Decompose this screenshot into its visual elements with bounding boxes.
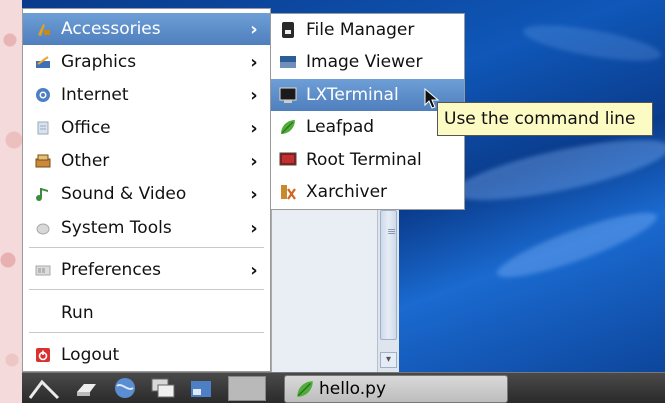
tooltip-text: Use the command line — [444, 109, 636, 129]
window-switcher-icon[interactable] — [148, 376, 178, 400]
submenu-item-image-viewer[interactable]: Image Viewer — [271, 46, 464, 78]
menu-item-office[interactable]: Office › — [23, 112, 270, 144]
accessories-icon — [35, 21, 51, 37]
menu-item-label: Internet — [61, 85, 129, 105]
start-menu-icon[interactable] — [28, 376, 62, 400]
menu-item-internet[interactable]: Internet › — [23, 79, 270, 111]
internet-globe-icon — [35, 87, 51, 103]
scrollbar-thumb[interactable]: ≡ — [380, 210, 397, 340]
submenu-item-root-terminal[interactable]: Root Terminal — [271, 144, 464, 176]
scroll-down-arrow-icon[interactable]: ▾ — [380, 352, 397, 368]
file-manager-icon — [279, 21, 297, 39]
menu-item-preferences[interactable]: Preferences › — [23, 254, 270, 286]
submenu-item-label: Image Viewer — [306, 52, 423, 72]
menu-item-label: Accessories — [61, 19, 161, 39]
run-icon-placeholder — [35, 305, 51, 321]
grip-icon: ≡ — [387, 225, 397, 238]
logout-icon — [35, 347, 51, 363]
system-tools-icon — [35, 220, 51, 236]
taskbar: hello.py — [22, 372, 665, 403]
wallpaper-streak — [520, 18, 664, 68]
tooltip: Use the command line — [437, 102, 653, 136]
menu-separator — [29, 289, 264, 290]
web-browser-globe-icon[interactable] — [110, 376, 140, 400]
mouse-pointer-icon — [424, 87, 440, 110]
chevron-right-icon: › — [250, 183, 258, 205]
application-menu: Accessories › Graphics › Internet › Offi… — [22, 8, 271, 372]
wallpaper-streak — [491, 201, 663, 289]
office-icon — [35, 120, 51, 136]
desktop-pager-slot[interactable] — [228, 376, 266, 401]
submenu-item-label: Leafpad — [306, 117, 375, 137]
left-background-strip — [0, 0, 22, 403]
menu-item-other[interactable]: Other › — [23, 145, 270, 177]
menu-separator — [29, 332, 264, 333]
menu-item-label: Logout — [61, 345, 120, 365]
menu-item-label: Run — [61, 303, 94, 323]
chevron-right-icon: › — [250, 259, 258, 281]
menu-item-label: Sound & Video — [61, 184, 187, 204]
menu-item-label: Preferences — [61, 260, 161, 280]
sound-video-icon — [35, 186, 51, 202]
menu-item-label: Office — [61, 118, 111, 138]
chevron-right-icon: › — [250, 217, 258, 239]
root-terminal-icon — [279, 151, 297, 169]
chevron-right-icon: › — [250, 150, 258, 172]
submenu-item-file-manager[interactable]: File Manager — [271, 14, 464, 46]
chevron-right-icon: › — [250, 117, 258, 139]
submenu-item-label: Root Terminal — [306, 150, 422, 170]
menu-item-sound-video[interactable]: Sound & Video › — [23, 178, 270, 210]
wallpaper-streak — [450, 127, 665, 213]
menu-item-accessories[interactable]: Accessories › — [23, 13, 270, 45]
file-manager-launcher-icon[interactable] — [72, 376, 100, 400]
submenu-item-label: LXTerminal — [306, 85, 399, 105]
image-viewer-icon — [279, 53, 297, 71]
chevron-right-icon: › — [250, 18, 258, 40]
graphics-icon — [35, 54, 51, 70]
other-icon — [35, 153, 51, 169]
leafpad-icon — [295, 379, 315, 399]
taskbar-button-hello-py[interactable]: hello.py — [284, 375, 508, 403]
menu-item-system-tools[interactable]: System Tools › — [23, 212, 270, 244]
chevron-right-icon: › — [250, 51, 258, 73]
desktop-pager-icon[interactable] — [186, 376, 216, 400]
taskbar-button-label: hello.py — [319, 379, 387, 399]
submenu-item-xarchiver[interactable]: Xarchiver — [271, 176, 464, 208]
chevron-right-icon: › — [250, 84, 258, 106]
menu-item-logout[interactable]: Logout — [23, 339, 270, 371]
submenu-item-label: File Manager — [306, 20, 415, 40]
menu-item-run[interactable]: Run — [23, 297, 270, 329]
terminal-icon — [279, 86, 297, 104]
scrollbar[interactable]: ≡ ▾ — [377, 210, 399, 372]
submenu-item-label: Xarchiver — [306, 182, 388, 202]
menu-item-label: Graphics — [61, 52, 137, 72]
preferences-icon — [35, 262, 51, 278]
menu-separator — [29, 247, 264, 248]
menu-item-label: Other — [61, 151, 110, 171]
menu-item-label: System Tools — [61, 218, 172, 238]
xarchiver-icon — [279, 183, 297, 201]
leafpad-icon — [279, 118, 297, 136]
submenu-item-leafpad[interactable]: Leafpad — [271, 111, 464, 143]
accessories-submenu: File Manager Image Viewer LXTerminal Lea… — [270, 13, 465, 210]
menu-item-graphics[interactable]: Graphics › — [23, 46, 270, 78]
